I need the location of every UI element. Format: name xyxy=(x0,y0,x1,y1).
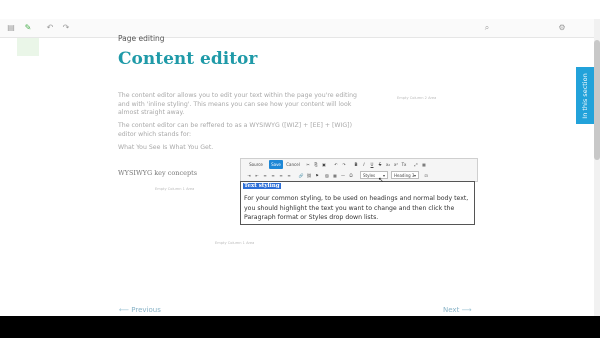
settings-icon[interactable]: ⚙ xyxy=(556,22,568,34)
intro-paragraph: The content editor allows you to edit yo… xyxy=(118,92,357,117)
edit-icon[interactable]: ✎ xyxy=(22,22,34,34)
search-icon[interactable]: ⌕ xyxy=(481,22,493,34)
page-title: Content editor xyxy=(118,49,258,69)
remove-format-icon[interactable]: Tx xyxy=(401,160,407,169)
save-button[interactable]: Save xyxy=(269,160,283,169)
link-icon[interactable]: 🔗 xyxy=(298,171,304,180)
hr-icon[interactable]: — xyxy=(340,171,346,180)
editor-selected-heading[interactable]: Text styling xyxy=(243,183,281,189)
unlink-icon[interactable]: ⛓ xyxy=(306,171,312,180)
editor-toolbar: Source Save Cancel ✂ ⎘ ▣ ↶ ↷ B I U S x₂ … xyxy=(240,158,478,182)
align-left-icon[interactable]: ≡ xyxy=(262,171,268,180)
next-label: Next xyxy=(443,306,460,314)
subscript-icon[interactable]: x₂ xyxy=(385,160,391,169)
arrow-left-icon: ⟵ xyxy=(119,306,132,314)
cancel-button[interactable]: Cancel xyxy=(285,160,301,169)
blocks-icon[interactable]: ▦ xyxy=(421,160,427,169)
undo-icon[interactable]: ↶ xyxy=(333,160,339,169)
format-dropdown-label: Heading 3 xyxy=(394,173,415,178)
chevron-down-icon: ▾ xyxy=(413,173,416,178)
previous-label: Previous xyxy=(131,306,161,314)
page-icon[interactable]: ▤ xyxy=(5,22,17,34)
arrow-right-icon: ⟶ xyxy=(459,306,472,314)
wysiwyg-meaning: What You See Is What You Get. xyxy=(118,144,214,151)
anchor-icon[interactable]: ⚑ xyxy=(314,171,320,180)
indent-icon[interactable]: ⇥ xyxy=(246,171,252,180)
special-char-icon[interactable]: Ω xyxy=(348,171,354,180)
strike-icon[interactable]: S xyxy=(377,160,383,169)
editor-body-text[interactable]: For your common styling, to be used on h… xyxy=(244,194,472,223)
paste-icon[interactable]: ▣ xyxy=(321,160,327,169)
content-editor-area[interactable]: Text styling For your common styling, to… xyxy=(240,181,475,225)
previous-link[interactable]: ⟵ Previous xyxy=(119,306,161,314)
table-icon[interactable]: ▦ xyxy=(332,171,338,180)
in-this-section-tab[interactable]: In this section xyxy=(576,67,594,124)
image-icon[interactable]: ▨ xyxy=(324,171,330,180)
key-concepts-heading: WYSIWYG key concepts xyxy=(118,169,198,177)
align-center-icon[interactable]: ≡ xyxy=(270,171,276,180)
empty-column-1-area: Empty Column 1 Area xyxy=(155,187,195,191)
format-dropdown[interactable]: Heading 3 ▾ xyxy=(391,171,419,179)
outdent-icon[interactable]: ⇤ xyxy=(254,171,260,180)
mouse-cursor-icon: ↖ xyxy=(378,176,384,184)
styles-dropdown-label: Styles xyxy=(363,173,376,178)
show-blocks-icon[interactable]: ⊡ xyxy=(423,171,429,180)
empty-column-1-area-bottom: Empty Column 1 Area xyxy=(215,241,255,245)
superscript-icon[interactable]: x² xyxy=(393,160,399,169)
side-tab-label: In this section xyxy=(581,72,589,119)
justify-icon[interactable]: ≡ xyxy=(286,171,292,180)
empty-column-2-area: Empty Column 2 Area xyxy=(397,96,437,100)
copy-icon[interactable]: ⎘ xyxy=(313,160,319,169)
undo-icon[interactable]: ↶ xyxy=(44,22,56,34)
wysiwyg-paragraph: The content editor can be reffered to as… xyxy=(118,122,352,138)
align-right-icon[interactable]: ≡ xyxy=(278,171,284,180)
next-link[interactable]: Next ⟶ xyxy=(443,306,472,314)
page-subtitle: Page editing xyxy=(118,34,165,43)
italic-icon[interactable]: I xyxy=(361,160,367,169)
source-button[interactable]: Source xyxy=(246,160,266,169)
scrollbar-thumb[interactable] xyxy=(594,40,600,160)
redo-icon[interactable]: ↷ xyxy=(341,160,347,169)
top-toolbar: ▤ ✎ ↶ ↷ ⌕ ⚙ xyxy=(0,19,600,56)
underline-icon[interactable]: U xyxy=(369,160,375,169)
cut-icon[interactable]: ✂ xyxy=(305,160,311,169)
redo-icon[interactable]: ↷ xyxy=(60,22,72,34)
maximize-icon[interactable]: ⤢ xyxy=(413,160,419,169)
edit-mode-indicator xyxy=(17,38,39,56)
bold-icon[interactable]: B xyxy=(353,160,359,169)
screen: ▤ ✎ ↶ ↷ ⌕ ⚙ Page editing Content editor … xyxy=(0,0,600,316)
